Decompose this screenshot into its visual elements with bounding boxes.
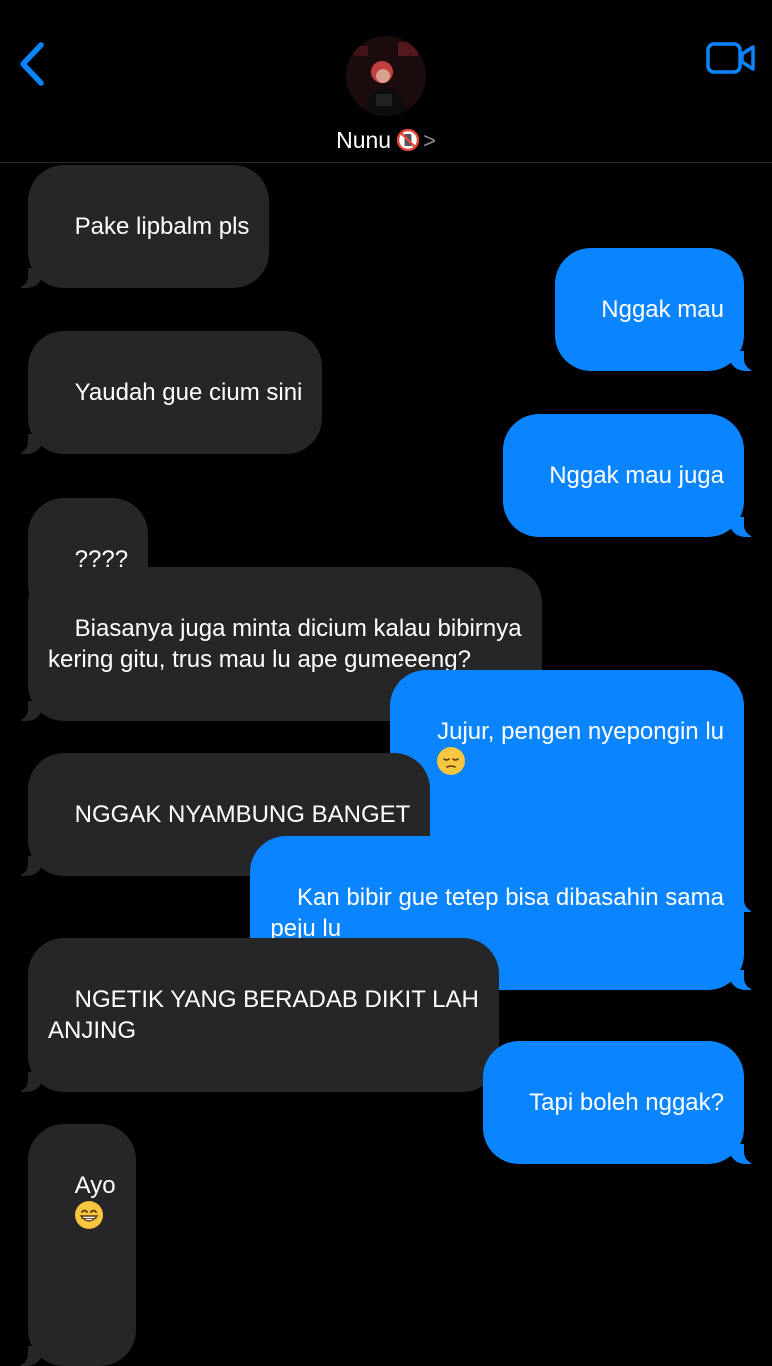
message-bubble-outgoing[interactable]: Nggak mau [554,248,765,371]
chevron-right-icon: > [423,128,436,153]
message-text: Yaudah gue cium sini [74,379,303,406]
video-camera-icon [706,42,755,74]
message-bubble-incoming[interactable]: NGETIK YANG BERADAB DIKIT LAH ANJING [8,938,499,1092]
message-bubble-incoming[interactable]: Pake lipbalm pls [7,165,270,288]
contact-avatar[interactable] [346,36,426,116]
avatar-photo [346,36,426,116]
contact-name-row[interactable]: Nunu > [0,126,772,155]
grinning-face-icon [74,1201,103,1229]
chevron-left-icon [20,42,44,86]
back-button[interactable] [14,40,50,88]
message-bubble-outgoing[interactable]: Nggak mau juga [502,414,765,537]
message-text: Tapi boleh nggak? [529,1089,724,1116]
facetime-video-button[interactable] [706,42,756,74]
message-thread[interactable]: Pake lipbalm pls Nggak mau Yaudah gue ci… [0,163,772,1366]
message-text: Pake lipbalm pls [74,213,250,240]
message-text: Ayo [74,1172,116,1199]
message-bubble-incoming[interactable]: Yaudah gue cium sini [7,331,323,454]
message-text: Kan bibir gue tetep bisa dibasahin sama … [270,884,724,942]
contact-name: Nunu [336,127,392,153]
no-mobile-phones-icon [397,129,420,151]
message-bubble-incoming[interactable]: Ayo [8,1124,136,1366]
pensive-face-icon [437,747,466,775]
message-text: Nggak mau juga [549,462,724,489]
message-text: NGETIK YANG BERADAB DIKIT LAH ANJING [48,986,479,1044]
message-text: Biasanya juga minta dicium kalau bibirny… [48,615,522,673]
conversation-header: Nunu > [0,0,772,163]
message-text: Jujur, pengen nyepongin lu [437,718,724,745]
message-text: NGGAK NYAMBUNG BANGET [74,801,411,828]
message-bubble-outgoing[interactable]: Tapi boleh nggak? [482,1041,764,1164]
message-text: Nggak mau [601,296,724,323]
